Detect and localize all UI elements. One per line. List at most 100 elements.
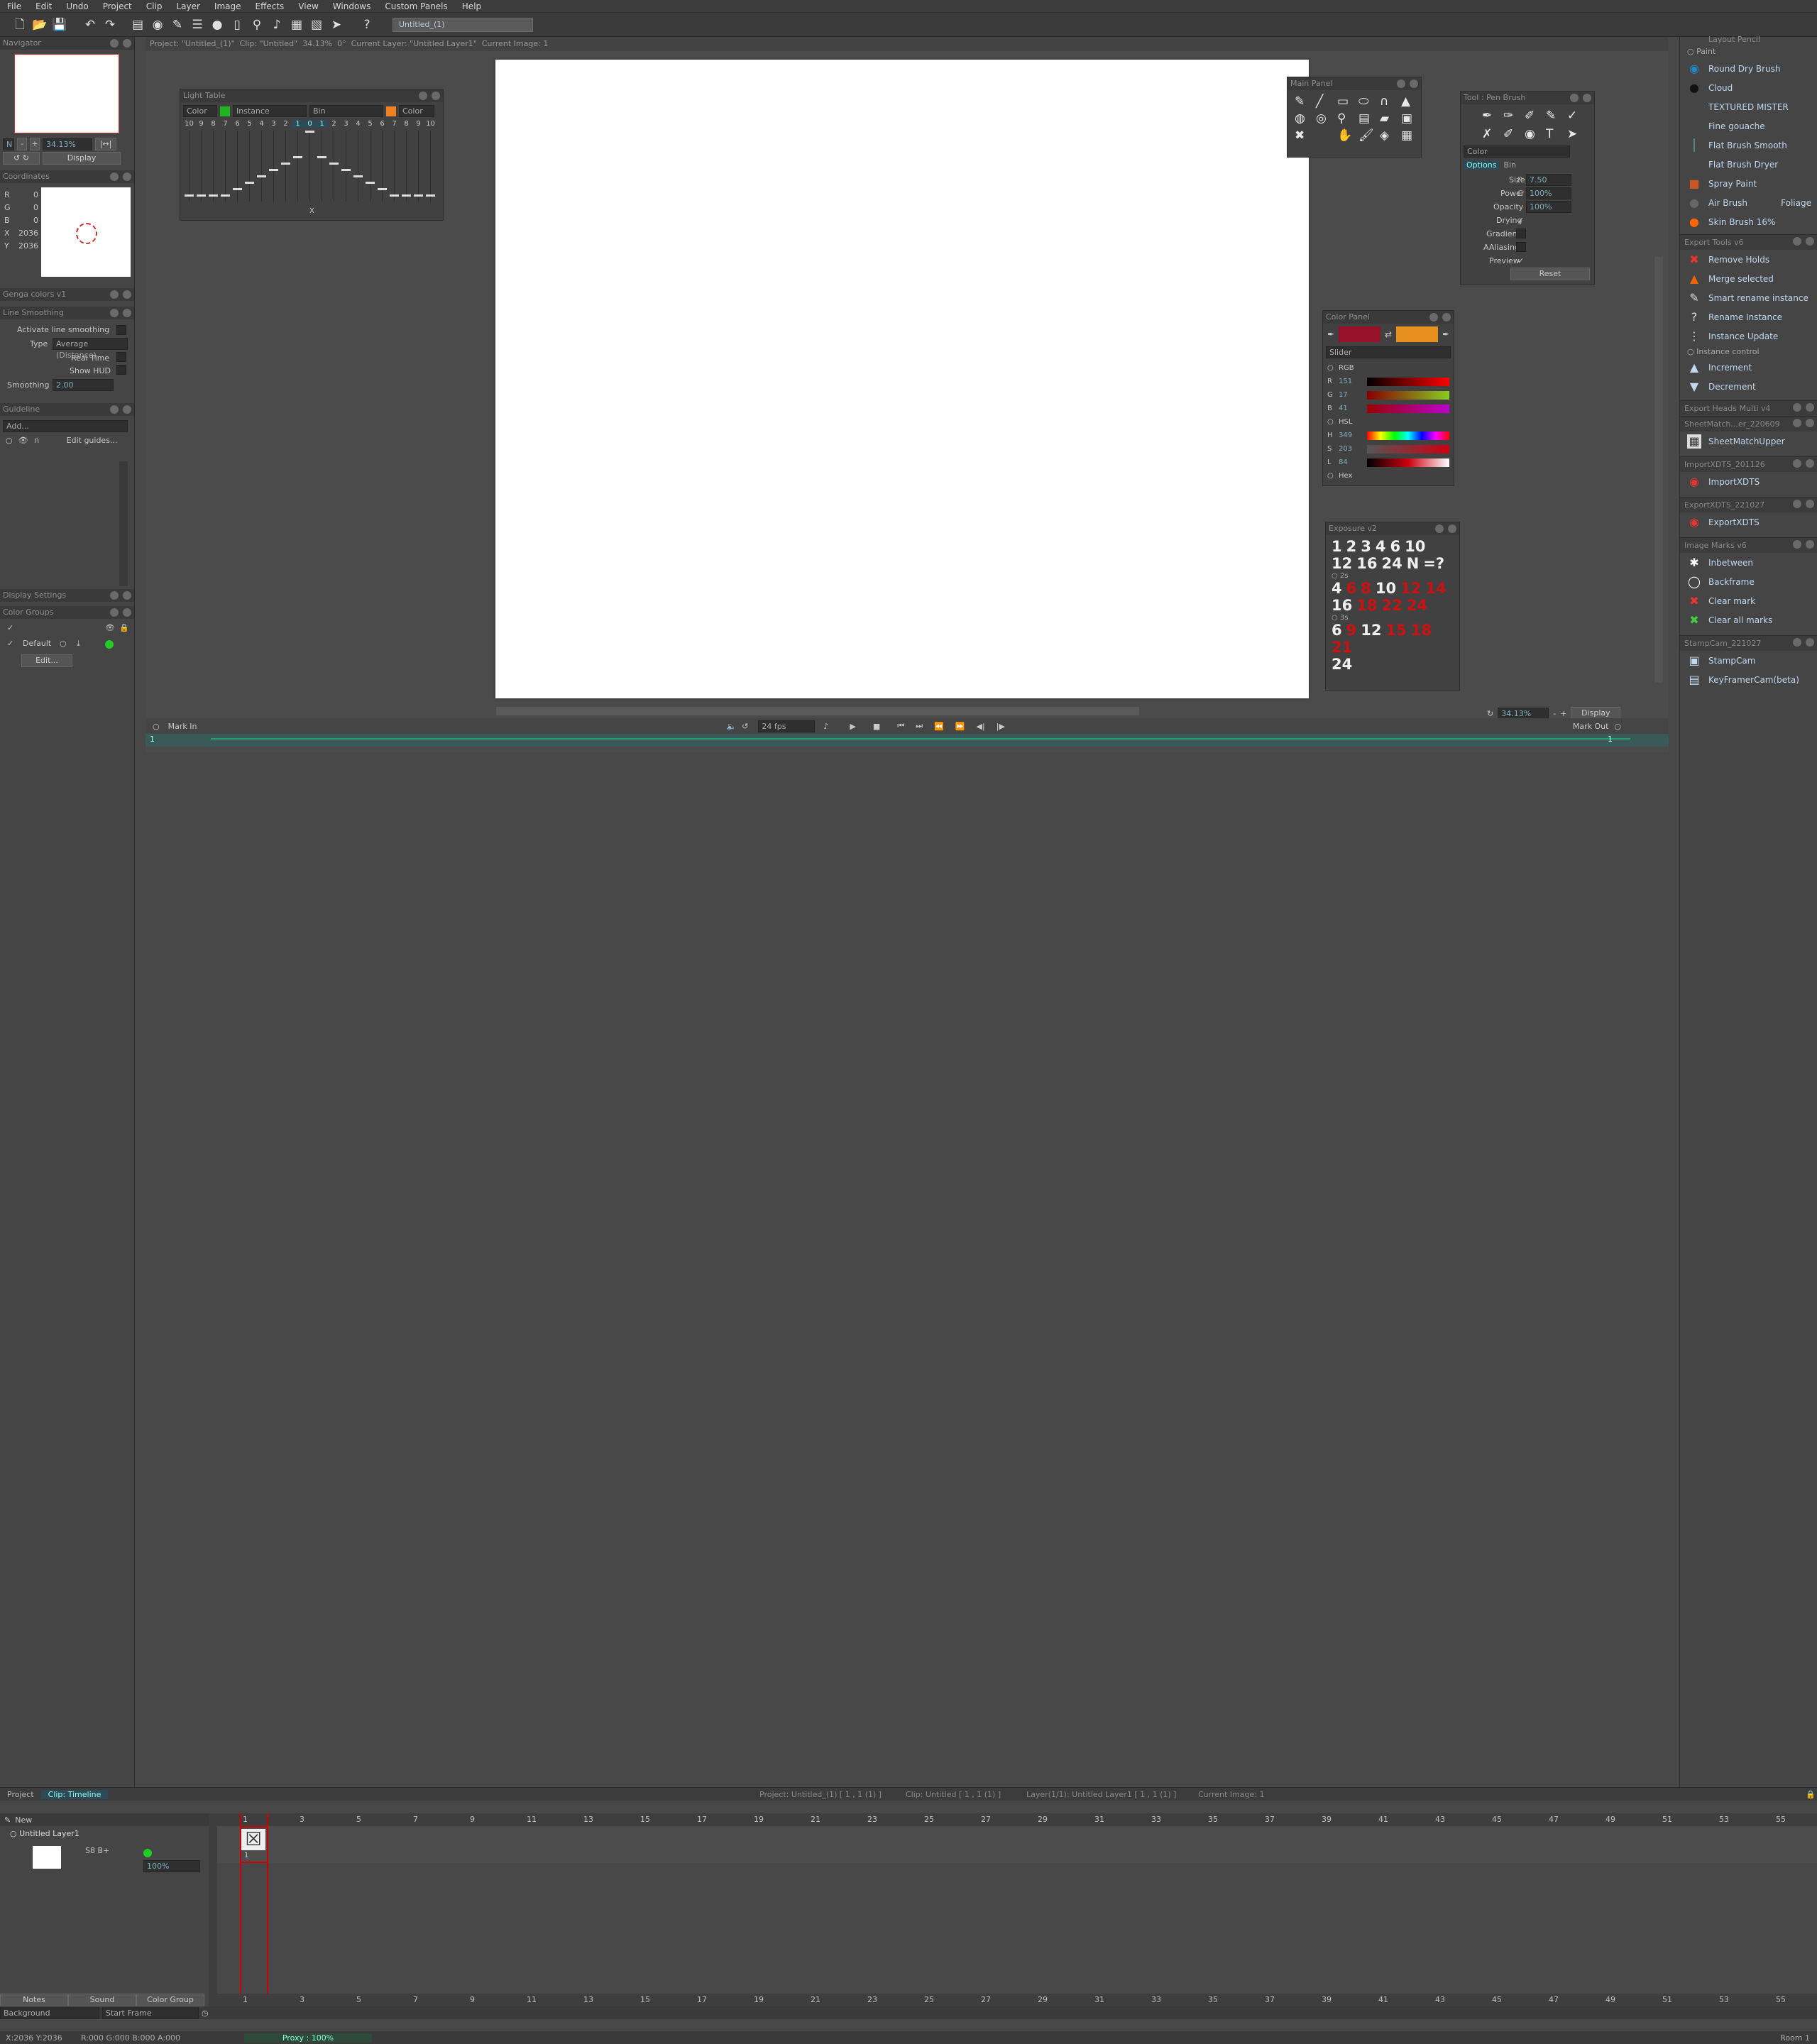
pencil-tool-icon[interactable]: ✎ [1295,94,1313,109]
canvas-h-scrollbar[interactable] [496,707,1139,715]
layer-color-dot[interactable] [143,1849,152,1857]
layer-opacity[interactable]: 100% [143,1860,200,1872]
frame-number[interactable]: 19 [754,1995,764,2004]
save-file-icon[interactable]: 💾 [52,17,67,33]
timesheet-icon[interactable]: ▦ [289,17,304,33]
exposure-button[interactable]: 2 [1346,538,1357,555]
brush-item[interactable]: TEXTURED MISTER [1680,97,1817,116]
light-table-slider[interactable] [197,131,206,202]
exposure-button[interactable]: 15 [1385,622,1406,639]
size-pressure-toggle[interactable]: P [1517,175,1522,185]
light-table-slider-handle[interactable] [414,194,423,197]
frame-number[interactable]: 27 [981,1815,991,1824]
light-table-offset[interactable]: 6 [376,120,388,128]
light-table-slider[interactable] [293,131,302,202]
airbrush-icon[interactable]: ✓ [1567,109,1586,123]
start-frame-select[interactable]: Start Frame [102,2006,199,2019]
fill-tool-icon[interactable]: ▲ [1401,94,1420,109]
brush-icon[interactable]: ✎ [170,17,185,33]
color-group-default[interactable]: Default [23,639,51,648]
realtime-checkbox[interactable] [116,352,126,362]
grid-tool-icon[interactable]: ▦ [1401,128,1420,143]
light-table-slider[interactable] [414,131,423,202]
opacity-input[interactable]: 100% [1526,201,1571,213]
frame-number[interactable]: 51 [1662,1815,1672,1824]
brush-item[interactable]: ■ Spray Paint [1680,174,1817,193]
panel-menu-icon[interactable] [1435,524,1444,533]
frame-number[interactable]: 15 [640,1815,650,1824]
exposure-button[interactable]: N [1407,555,1420,572]
rect-tool-icon[interactable]: ▭ [1337,94,1356,109]
color-mode-select[interactable]: Slider [1326,346,1451,358]
navigator-display-button[interactable]: Display [43,152,121,165]
panel-close-icon[interactable] [1806,237,1814,246]
guideline-scrollbar[interactable] [119,461,128,586]
menu-edit[interactable]: Edit [28,0,59,13]
paint-tool-icon[interactable]: ◈ [1380,128,1398,143]
exposure-button[interactable]: 10 [1405,538,1425,555]
group-color-dot[interactable] [105,640,114,649]
layer-name[interactable]: Untitled Layer1 [19,1829,79,1838]
l-value[interactable]: 84 [1339,456,1367,469]
light-table-offset[interactable]: 4 [256,120,268,128]
brush-item[interactable]: ◉ Round Dry Brush [1680,59,1817,78]
panel-close-icon[interactable] [1448,524,1456,533]
b-slider[interactable] [1367,404,1449,413]
sound-sync-icon[interactable]: ♪ [823,722,828,731]
curve-tool-icon[interactable]: ∩ [1380,94,1398,109]
frame-number[interactable]: 11 [527,1815,537,1824]
menu-undo[interactable]: Undo [59,0,95,13]
layers-icon[interactable]: ☰ [190,17,205,33]
navigator-zoom[interactable]: 34.13% [43,138,92,150]
light-table-icon[interactable]: ▤ [130,17,146,33]
step-forward-icon[interactable]: |▶ [997,722,1005,731]
export-tool-item[interactable]: ✎ Smart rename instance [1680,288,1817,307]
frame-number[interactable]: 39 [1322,1995,1332,2004]
frame-slider[interactable]: 1 1 [146,734,1669,747]
menu-effects[interactable]: Effects [248,0,292,13]
exposure-button[interactable]: 3 [1361,538,1371,555]
timeline-tab-project[interactable]: Project [0,1790,41,1799]
light-table-offset[interactable]: 7 [219,120,231,128]
light-table-color2[interactable]: Color [399,105,434,117]
send-icon[interactable]: ➤ [329,17,344,33]
light-table-offset[interactable]: 10 [183,120,195,128]
fit-icon[interactable]: |↔| [95,138,116,150]
light-table-slider[interactable] [221,131,230,202]
h-slider[interactable] [1367,431,1449,440]
light-table-offset[interactable]: 8 [400,120,412,128]
panel-menu-icon[interactable] [110,608,119,617]
loop-icon[interactable]: ↺ [742,722,748,731]
light-table-slider-handle[interactable] [390,194,399,197]
navigator-mode[interactable]: N [3,138,14,150]
panel-close-icon[interactable] [123,591,131,600]
redo-icon[interactable]: ↷ [102,17,118,33]
panel-menu-icon[interactable] [1570,94,1579,102]
first-frame-icon[interactable]: ⏮ [897,721,904,731]
new-layer-icon[interactable]: ✎ [4,1815,11,1825]
frame-number[interactable]: 5 [356,1995,361,2004]
frame-number[interactable]: 23 [867,1995,877,2004]
frame-number[interactable]: 35 [1208,1815,1218,1824]
export-tool-item[interactable]: ? Rename Instance [1680,307,1817,326]
frame-number[interactable]: 55 [1776,1815,1786,1824]
panel-menu-icon[interactable] [1793,419,1801,427]
hand-tool-icon[interactable]: ✋ [1337,128,1356,143]
light-table-slider[interactable] [233,131,242,202]
zoom-tool-icon[interactable]: ⚲ [1337,111,1356,126]
panel-menu-icon[interactable] [1793,500,1801,508]
frame-number[interactable]: 29 [1038,1995,1048,2004]
light-table-slider-handle[interactable] [221,194,230,197]
frame-number[interactable]: 5 [356,1815,361,1824]
panel-close-icon[interactable] [123,405,131,414]
prev-frame-icon[interactable]: ⏪ [934,722,944,731]
menu-project[interactable]: Project [96,0,139,13]
panel-close-icon[interactable] [1583,94,1591,102]
light-table-color1[interactable]: Color [183,105,217,117]
ellipse-tool-icon[interactable]: ⬭ [1358,94,1377,109]
eyedropper-icon[interactable]: ✒ [1327,329,1334,339]
sub-color-swatch[interactable] [1396,326,1438,342]
preview-check-icon[interactable]: ✓ [1517,256,1524,265]
panel-close-icon[interactable] [123,39,131,48]
activate-smoothing-checkbox[interactable] [116,325,126,335]
